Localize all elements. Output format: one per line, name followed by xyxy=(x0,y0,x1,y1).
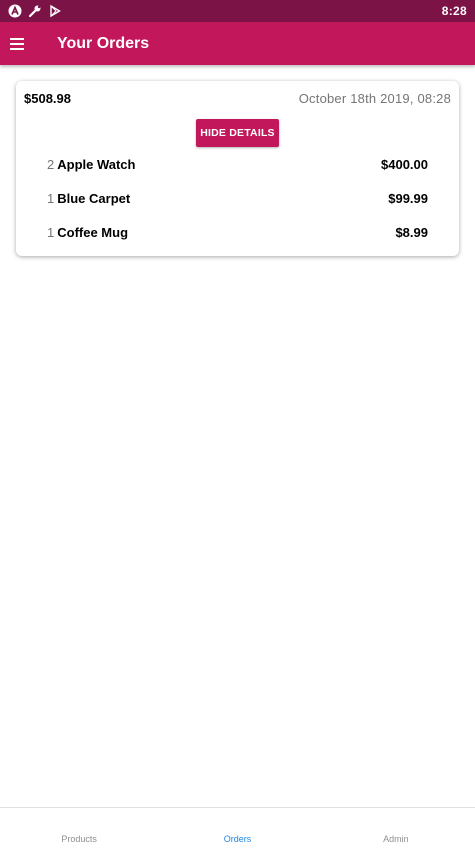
item-price: $8.99 xyxy=(395,224,428,240)
hamburger-menu-icon[interactable] xyxy=(9,37,25,51)
order-item-row: 1 Coffee Mug $8.99 xyxy=(47,223,428,241)
a-circle-icon xyxy=(8,4,22,18)
item-quantity: 1 xyxy=(47,190,55,206)
item-name: Apple Watch xyxy=(57,156,136,172)
order-item-row: 2 Apple Watch $400.00 xyxy=(47,155,428,173)
bottom-navigation: Products Orders Admin xyxy=(0,807,475,848)
order-total: $508.98 xyxy=(24,91,71,106)
order-card: $508.98 October 18th 2019, 08:28 HIDE DE… xyxy=(16,81,459,256)
order-date: October 18th 2019, 08:28 xyxy=(298,91,451,106)
item-quantity: 1 xyxy=(47,224,55,240)
tab-label: Admin xyxy=(383,834,409,844)
app-bar: Your Orders xyxy=(0,22,475,65)
hide-details-button[interactable]: HIDE DETAILS xyxy=(196,119,279,147)
tab-label: Products xyxy=(61,834,97,844)
tab-label: Orders xyxy=(223,834,252,844)
item-name: Coffee Mug xyxy=(57,224,129,240)
wrench-icon xyxy=(28,4,42,18)
item-price: $400.00 xyxy=(381,156,428,172)
item-price: $99.99 xyxy=(388,190,428,206)
tab-admin[interactable]: Admin xyxy=(317,808,475,848)
page-title: Your Orders xyxy=(57,34,150,52)
status-bar: 8:28 xyxy=(0,0,475,22)
status-time: 8:28 xyxy=(441,4,467,18)
order-item-row: 1 Blue Carpet $99.99 xyxy=(47,189,428,207)
status-icons xyxy=(8,4,62,18)
play-store-icon xyxy=(48,4,62,18)
item-quantity: 2 xyxy=(47,156,55,172)
item-name: Blue Carpet xyxy=(57,190,131,206)
tab-products[interactable]: Products xyxy=(0,808,158,848)
tab-orders[interactable]: Orders xyxy=(158,808,316,848)
